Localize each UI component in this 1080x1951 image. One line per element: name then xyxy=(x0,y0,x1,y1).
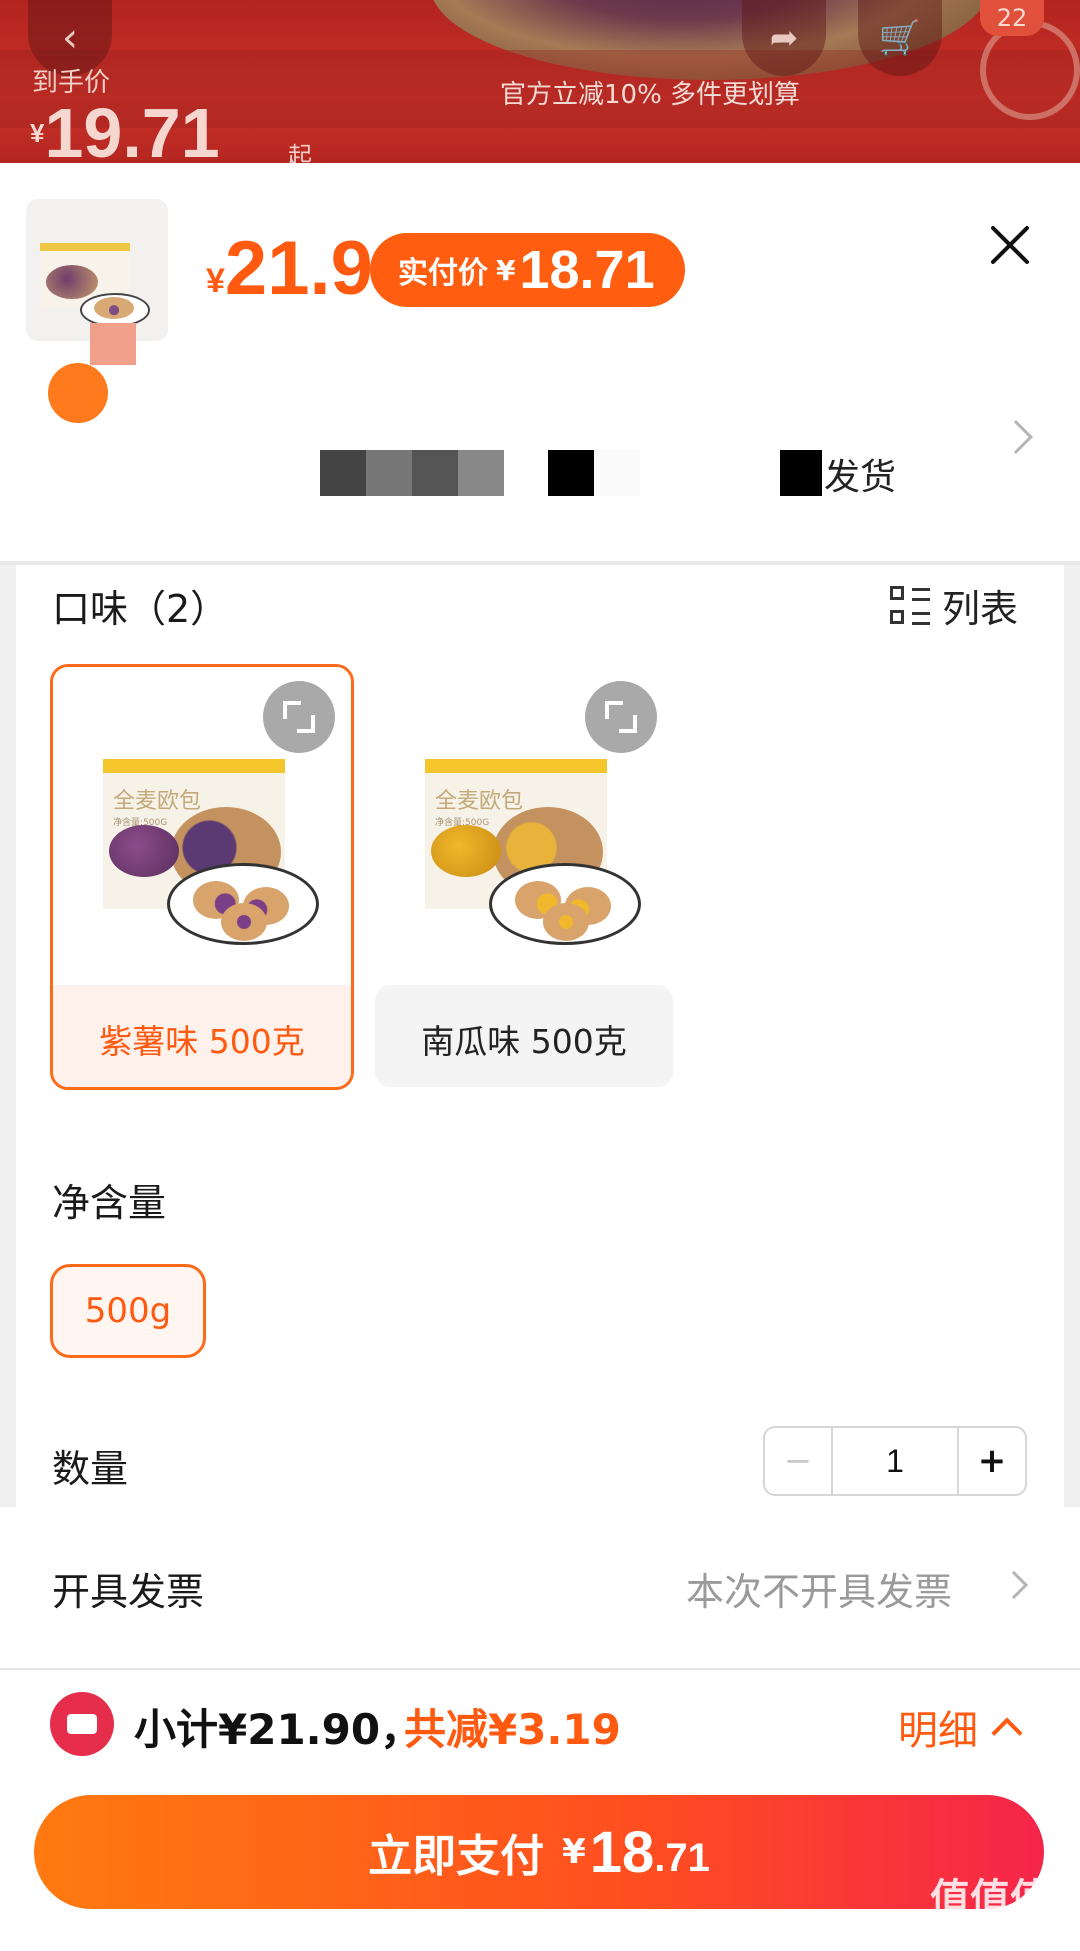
list-toggle-label: 列表 xyxy=(942,587,1019,631)
coupon-icon xyxy=(50,1692,114,1756)
flavor-label: 南瓜味 500克 xyxy=(375,985,673,1087)
hand-price: ¥19.71 xyxy=(30,94,220,163)
divider xyxy=(0,561,1080,565)
discount-text: 共减¥3.19 xyxy=(404,1705,621,1754)
cart-icon: 🛒 xyxy=(878,18,922,58)
pay-now-button[interactable]: 立即支付 ¥ 18 .71 xyxy=(34,1795,1044,1909)
quantity-stepper: − 1 + xyxy=(763,1426,1027,1496)
cart-badge: 22 xyxy=(980,0,1044,36)
back-icon: ‹ xyxy=(62,15,78,61)
quantity-value[interactable]: 1 xyxy=(833,1428,957,1494)
chevron-up-icon xyxy=(991,1717,1023,1749)
subtotal-text: 小计¥21.90， xyxy=(134,1705,423,1754)
flavor-title: 口味（2） xyxy=(52,587,229,631)
quantity-title: 数量 xyxy=(52,1447,129,1491)
expand-icon[interactable] xyxy=(585,681,657,753)
close-button[interactable] xyxy=(982,217,1038,273)
redacted-block xyxy=(458,450,504,496)
invoice-title: 开具发票 xyxy=(52,1570,205,1614)
detail-label: 明细 xyxy=(898,1708,978,1754)
redacted-block xyxy=(366,450,412,496)
side-strip xyxy=(0,565,16,1507)
product-price: ¥21.9 xyxy=(206,226,373,311)
net-weight-option-500g[interactable]: 500g xyxy=(50,1264,206,1358)
actual-pay-badge: 实付价 ¥ 18.71 xyxy=(370,233,685,307)
increase-button[interactable]: + xyxy=(957,1428,1025,1494)
watermark: 值值值 xyxy=(930,1876,1050,1922)
share-icon: ➦ xyxy=(769,18,799,58)
redacted-block xyxy=(90,323,136,365)
shipping-text: 发货 xyxy=(824,457,897,498)
list-view-toggle[interactable]: 列表 xyxy=(890,578,1018,633)
watermark-url: zhizhizhi.com xyxy=(930,1918,1052,1939)
flavor-label: 紫薯味 500克 xyxy=(53,985,351,1087)
list-icon xyxy=(890,585,930,626)
redacted-block xyxy=(780,450,822,496)
side-strip xyxy=(1064,565,1080,1507)
expand-icon[interactable] xyxy=(263,681,335,753)
product-banner: ‹ ➦ 🛒 22 到手价 ¥19.71 起 官方立减10% 多件更划算 xyxy=(0,0,1080,163)
promo-text: 官方立减10% 多件更划算 xyxy=(500,80,801,110)
price-detail-button[interactable]: 明细 xyxy=(898,1698,1023,1756)
redacted-block xyxy=(594,450,640,496)
divider xyxy=(0,1668,1080,1670)
flavor-option-pumpkin[interactable]: 全麦欧包 净含量:500G 南瓜味 500克 xyxy=(372,664,676,1090)
location-icon xyxy=(48,363,108,423)
net-weight-title: 净含量 xyxy=(52,1181,167,1225)
flavor-option-purple-sweet-potato[interactable]: 全麦欧包 净含量:500G 紫薯味 500克 xyxy=(50,664,354,1090)
product-thumbnail[interactable] xyxy=(26,199,168,341)
invoice-option[interactable]: 本次不开具发票 xyxy=(686,1561,952,1616)
decrease-button[interactable]: − xyxy=(765,1428,833,1494)
hand-price-suffix: 起 xyxy=(288,142,312,163)
redacted-block xyxy=(320,450,366,496)
redacted-block xyxy=(548,450,594,496)
redacted-block xyxy=(412,450,458,496)
address-row[interactable] xyxy=(0,373,1080,523)
